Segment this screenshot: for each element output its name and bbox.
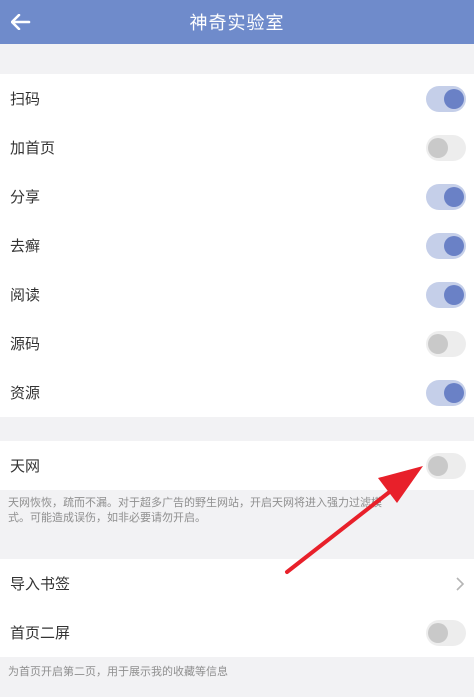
setting-label: 阅读 (10, 286, 41, 304)
toggle-knob (444, 235, 464, 256)
toggle-knob (444, 186, 464, 207)
setting-label: 扫码 (10, 90, 41, 108)
skynet-description: 天网恢恢，疏而不漏。对于超多广告的野生网站，开启天网将进入强力过滤模 式。可能造… (8, 495, 382, 525)
toggle-knob (428, 333, 448, 354)
page-title: 神奇实验室 (189, 13, 285, 34)
setting-row-source: 源码 (0, 319, 474, 368)
setting-label: 天网 (10, 457, 41, 475)
toggle-knob (428, 137, 448, 158)
description-line: 天网恢恢，疏而不漏。对于超多广告的野生网站，开启天网将进入强力过滤模 (8, 496, 382, 509)
setting-row-remove: 去癣 (0, 221, 474, 270)
share-toggle[interactable] (426, 183, 466, 210)
back-button[interactable] (8, 8, 34, 36)
remove-toggle[interactable] (426, 232, 466, 259)
setting-row-scan: 扫码 (0, 74, 474, 123)
second-screen-toggle[interactable] (426, 619, 466, 646)
setting-row-second-screen: 首页二屏 (0, 608, 474, 657)
setting-label: 加首页 (10, 139, 56, 157)
description-line: 式。可能造成误伤，如非必要请勿开启。 (8, 511, 206, 524)
app-header: 神奇实验室 (0, 0, 474, 44)
chevron-right-icon (456, 576, 465, 591)
import-bookmarks-row[interactable]: 导入书签 (0, 559, 474, 608)
add-homepage-toggle[interactable] (426, 134, 466, 161)
skynet-toggle[interactable] (426, 452, 466, 479)
setting-label: 导入书签 (10, 575, 71, 593)
setting-row-resources: 资源 (0, 368, 474, 417)
arrow-left-icon (11, 14, 31, 30)
setting-label: 分享 (10, 188, 41, 206)
misc-settings-group: 导入书签 首页二屏 (0, 559, 474, 657)
setting-row-skynet: 天网 (0, 441, 474, 490)
setting-label: 源码 (10, 335, 41, 353)
second-screen-description: 为首页开启第二页，用于展示我的收藏等信息 (8, 665, 228, 678)
source-toggle[interactable] (426, 330, 466, 357)
toggle-knob (444, 88, 464, 109)
read-toggle[interactable] (426, 281, 466, 308)
toggle-knob (428, 622, 448, 643)
toggle-knob (444, 284, 464, 305)
toggle-knob (428, 455, 448, 476)
toggle-knob (444, 382, 464, 403)
skynet-settings-group: 天网 (0, 441, 474, 490)
setting-row-read: 阅读 (0, 270, 474, 319)
setting-label: 资源 (10, 384, 41, 402)
feature-settings-group: 扫码 加首页 分享 去癣 阅读 源码 资源 (0, 74, 474, 417)
setting-row-add-homepage: 加首页 (0, 123, 474, 172)
setting-label: 去癣 (10, 237, 41, 255)
setting-row-share: 分享 (0, 172, 474, 221)
resources-toggle[interactable] (426, 379, 466, 406)
setting-label: 首页二屏 (10, 624, 71, 642)
scan-toggle[interactable] (426, 85, 466, 112)
